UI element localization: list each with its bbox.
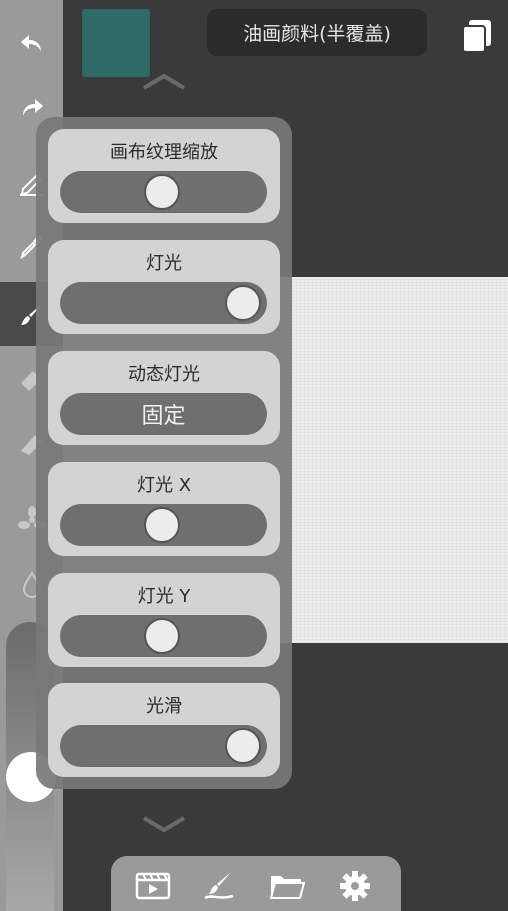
- undo-button[interactable]: [0, 12, 63, 76]
- smooth-label: 光滑: [146, 696, 182, 717]
- light-x-card: 灯光 X: [48, 462, 280, 556]
- light-knob[interactable]: [225, 285, 261, 321]
- film-icon[interactable]: [135, 870, 171, 902]
- texture-zoom-slider[interactable]: [60, 171, 267, 213]
- light-x-slider[interactable]: [60, 504, 267, 546]
- light-y-card: 灯光 Y: [48, 573, 280, 667]
- light-card: 灯光: [48, 240, 280, 334]
- smooth-slider[interactable]: [60, 725, 267, 767]
- light-label: 灯光: [146, 253, 182, 274]
- gear-icon[interactable]: [337, 870, 373, 902]
- light-x-label: 灯光 X: [136, 475, 192, 496]
- chevron-up-icon[interactable]: [140, 70, 188, 94]
- texture-zoom-card: 画布纹理缩放: [48, 129, 280, 223]
- light-slider[interactable]: [60, 282, 267, 324]
- texture-zoom-label: 画布纹理缩放: [110, 142, 218, 163]
- texture-zoom-knob[interactable]: [143, 174, 180, 210]
- brush-stroke-icon[interactable]: [201, 870, 237, 902]
- brush-name-button[interactable]: 油画颜料(半覆盖): [207, 9, 427, 56]
- dynamic-light-card: 动态灯光 固定: [48, 351, 280, 445]
- undo-icon: [20, 35, 41, 52]
- redo-icon: [22, 99, 43, 116]
- layers-button[interactable]: [459, 18, 495, 54]
- dynamic-light-button[interactable]: 固定: [60, 393, 267, 435]
- bottom-toolbar: [111, 856, 401, 911]
- chevron-down-icon[interactable]: [140, 812, 188, 836]
- smooth-knob[interactable]: [225, 728, 261, 764]
- light-y-slider[interactable]: [60, 615, 267, 657]
- smooth-card: 光滑: [48, 683, 280, 777]
- light-y-knob[interactable]: [143, 618, 180, 654]
- current-color-swatch[interactable]: [82, 9, 150, 77]
- light-y-label: 灯光 Y: [137, 586, 191, 607]
- brush-settings-panel: 画布纹理缩放 灯光 动态灯光 固定 灯光 X 灯光 Y 光滑: [36, 117, 292, 789]
- layers-icon: [462, 20, 491, 53]
- dynamic-light-label: 动态灯光: [128, 364, 200, 385]
- light-x-knob[interactable]: [143, 507, 180, 543]
- folder-icon[interactable]: [269, 870, 305, 902]
